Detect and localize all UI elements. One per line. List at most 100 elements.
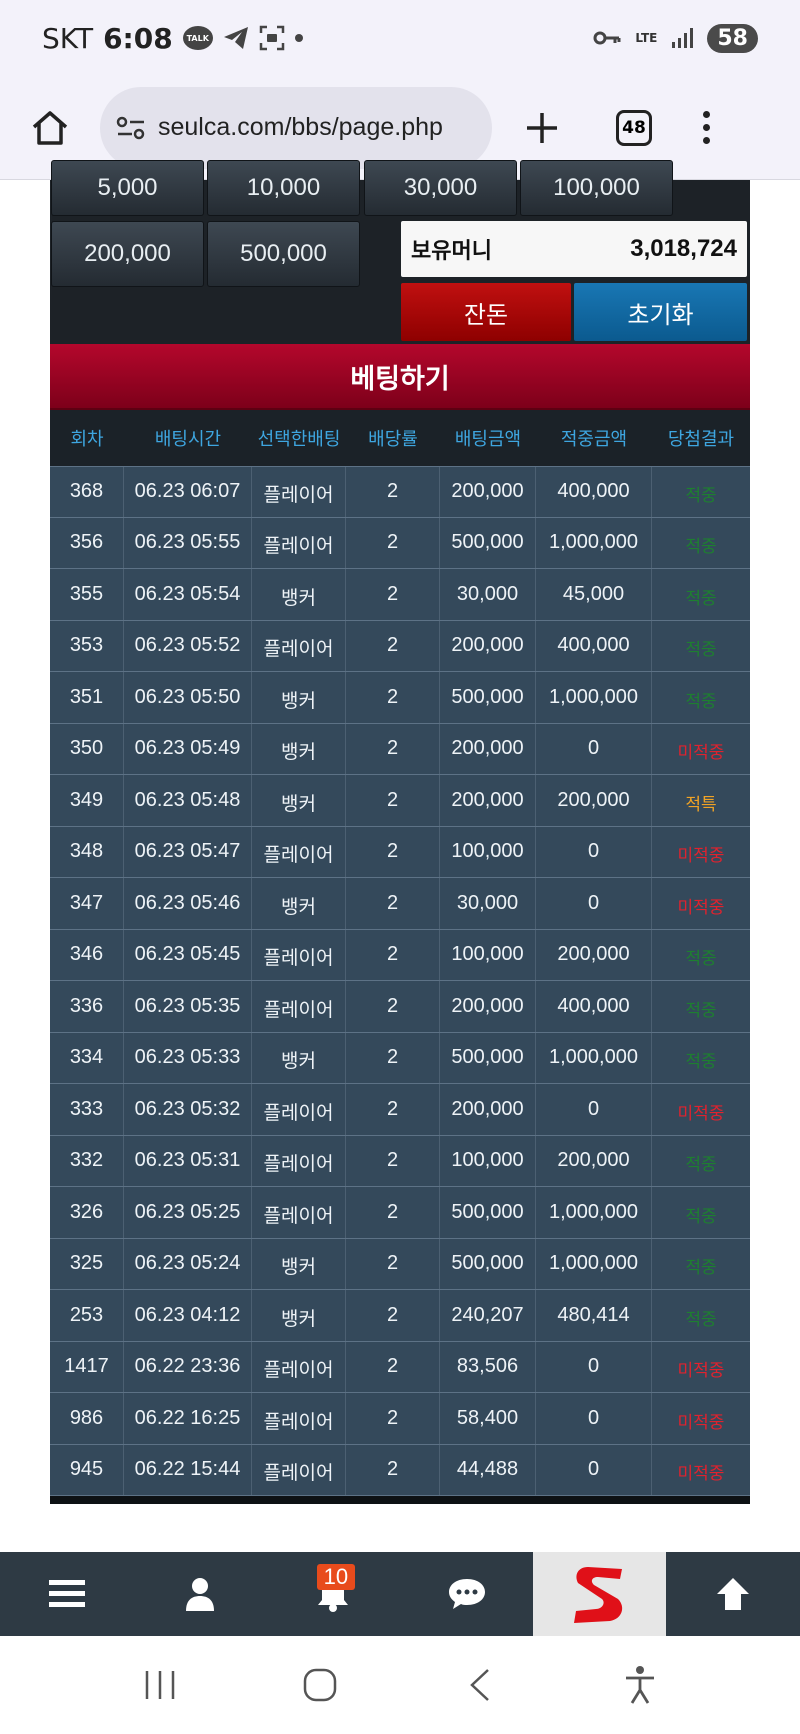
win-amount-cell: 0 bbox=[536, 1084, 652, 1135]
chip-button[interactable]: 30,000 bbox=[364, 160, 517, 216]
accessibility-button[interactable] bbox=[600, 1645, 680, 1725]
bet-time-cell: 06.23 05:25 bbox=[124, 1187, 252, 1238]
chip-button[interactable]: 100,000 bbox=[520, 160, 673, 216]
bet-time-cell: 06.22 16:25 bbox=[124, 1393, 252, 1444]
selection-cell: 플레이어 bbox=[252, 620, 346, 671]
selection-cell: 플레이어 bbox=[252, 1393, 346, 1444]
place-bet-button[interactable]: 베팅하기 bbox=[50, 344, 750, 410]
nav-site-logo-button[interactable] bbox=[533, 1552, 667, 1636]
round-cell: 351 bbox=[50, 672, 124, 723]
odds-cell: 2 bbox=[346, 981, 440, 1032]
bet-amount-cell: 200,000 bbox=[440, 981, 536, 1032]
chip-button[interactable]: 200,000 bbox=[51, 221, 204, 287]
table-row: 253 06.23 04:12 뱅커 2 240,207 480,414 적중 bbox=[50, 1290, 750, 1342]
column-header: 선택한배팅 bbox=[257, 429, 341, 450]
site-settings-icon[interactable] bbox=[116, 115, 146, 141]
table-header: 회차 배팅시간 선택한배팅 배당률 배팅금액 적중금액 당첨결과 bbox=[50, 410, 750, 466]
column-header: 배당률 bbox=[368, 429, 418, 450]
browser-menu-button[interactable] bbox=[676, 76, 736, 180]
tab-count: 48 bbox=[616, 109, 652, 146]
table-row: 334 06.23 05:33 뱅커 2 500,000 1,000,000 적중 bbox=[50, 1032, 750, 1084]
selection-cell: 플레이어 bbox=[252, 1187, 346, 1238]
chip-button[interactable]: 5,000 bbox=[51, 160, 204, 216]
selection-cell: 뱅커 bbox=[252, 775, 346, 826]
carrier-name: SKT bbox=[42, 21, 94, 55]
nav-notifications-button[interactable]: 10 bbox=[267, 1552, 400, 1636]
bet-history-table: 회차 배팅시간 선택한배팅 배당률 배팅금액 적중금액 당첨결과 368 06.2… bbox=[50, 410, 750, 1504]
reset-button[interactable]: 초기화 bbox=[574, 283, 747, 341]
table-row: 355 06.23 05:54 뱅커 2 30,000 45,000 적중 bbox=[50, 569, 750, 621]
bet-time-cell: 06.22 23:36 bbox=[124, 1341, 252, 1392]
change-button[interactable]: 잔돈 bbox=[401, 283, 571, 341]
odds-cell: 2 bbox=[346, 723, 440, 774]
address-bar[interactable]: seulca.com/bbs/page.php bbox=[100, 86, 492, 169]
back-button[interactable] bbox=[440, 1645, 520, 1725]
selection-cell: 플레이어 bbox=[252, 1444, 346, 1495]
nav-menu-button[interactable] bbox=[0, 1552, 133, 1636]
round-cell: 325 bbox=[50, 1238, 124, 1289]
result-cell: 미적중 bbox=[677, 846, 725, 867]
chat-icon bbox=[448, 1579, 485, 1609]
round-cell: 355 bbox=[50, 569, 124, 620]
bet-amount-cell: 30,000 bbox=[440, 878, 536, 929]
round-cell: 356 bbox=[50, 517, 124, 568]
bet-amount-cell: 200,000 bbox=[440, 620, 536, 671]
home-nav-button[interactable] bbox=[280, 1645, 360, 1725]
round-cell: 347 bbox=[50, 878, 124, 929]
round-cell: 332 bbox=[50, 1135, 124, 1186]
table-row: 348 06.23 05:47 플레이어 2 100,000 0 미적중 bbox=[50, 826, 750, 878]
accessibility-icon bbox=[626, 1666, 654, 1704]
selection-cell: 뱅커 bbox=[252, 569, 346, 620]
status-bar: SKT 6:08 TALK LTE 58 bbox=[0, 0, 800, 76]
table-row: 986 06.22 16:25 플레이어 2 58,400 0 미적중 bbox=[50, 1393, 750, 1445]
column-header: 배팅금액 bbox=[454, 429, 522, 450]
round-cell: 986 bbox=[50, 1393, 124, 1444]
win-amount-cell: 400,000 bbox=[536, 981, 652, 1032]
win-amount-cell: 200,000 bbox=[536, 775, 652, 826]
column-header: 배팅시간 bbox=[154, 429, 222, 450]
chip-button[interactable]: 10,000 bbox=[207, 160, 360, 216]
wallet-balance: 보유머니 3,018,724 bbox=[401, 221, 747, 277]
vpn-key-icon bbox=[593, 30, 621, 46]
nav-chat-button[interactable] bbox=[400, 1552, 533, 1636]
bet-time-cell: 06.22 15:44 bbox=[124, 1444, 252, 1495]
table-row: 1417 06.22 23:36 플레이어 2 83,506 0 미적중 bbox=[50, 1341, 750, 1393]
win-amount-cell: 0 bbox=[536, 1393, 652, 1444]
result-cell: 적중 bbox=[685, 640, 717, 661]
round-cell: 346 bbox=[50, 929, 124, 980]
bet-amount-cell: 500,000 bbox=[440, 1238, 536, 1289]
selection-cell: 뱅커 bbox=[252, 1238, 346, 1289]
lte-icon: LTE bbox=[635, 31, 658, 45]
wallet-value: 3,018,724 bbox=[630, 235, 737, 262]
url-text: seulca.com/bbs/page.php bbox=[158, 113, 443, 141]
wallet-label: 보유머니 bbox=[411, 239, 492, 264]
table-row: 350 06.23 05:49 뱅커 2 200,000 0 미적중 bbox=[50, 723, 750, 775]
odds-cell: 2 bbox=[346, 672, 440, 723]
table-row: 945 06.22 15:44 플레이어 2 44,488 0 미적중 bbox=[50, 1444, 750, 1496]
result-cell: 적중 bbox=[685, 1155, 717, 1176]
result-cell: 적중 bbox=[685, 1309, 717, 1330]
column-header: 당첨결과 bbox=[667, 429, 735, 450]
bet-amount-cell: 500,000 bbox=[440, 1032, 536, 1083]
result-cell: 적중 bbox=[685, 537, 717, 558]
bet-amount-cell: 240,207 bbox=[440, 1290, 536, 1341]
chip-button[interactable]: 500,000 bbox=[207, 221, 360, 287]
nav-profile-button[interactable] bbox=[133, 1552, 266, 1636]
table-row: 349 06.23 05:48 뱅커 2 200,000 200,000 적특 bbox=[50, 775, 750, 827]
bet-amount-cell: 44,488 bbox=[440, 1444, 536, 1495]
site-logo-icon bbox=[573, 1567, 622, 1623]
win-amount-cell: 1,000,000 bbox=[536, 1187, 652, 1238]
recent-apps-button[interactable] bbox=[120, 1645, 200, 1725]
odds-cell: 2 bbox=[346, 467, 440, 517]
odds-cell: 2 bbox=[346, 620, 440, 671]
nav-scroll-top-button[interactable] bbox=[666, 1552, 799, 1636]
bet-time-cell: 06.23 05:47 bbox=[124, 826, 252, 877]
win-amount-cell: 200,000 bbox=[536, 929, 652, 980]
result-cell: 적중 bbox=[685, 1052, 717, 1073]
bet-amount-cell: 100,000 bbox=[440, 826, 536, 877]
round-cell: 326 bbox=[50, 1187, 124, 1238]
odds-cell: 2 bbox=[346, 1341, 440, 1392]
table-row: 353 06.23 05:52 플레이어 2 200,000 400,000 적중 bbox=[50, 620, 750, 672]
bet-amount-cell: 83,506 bbox=[440, 1341, 536, 1392]
win-amount-cell: 0 bbox=[536, 878, 652, 929]
